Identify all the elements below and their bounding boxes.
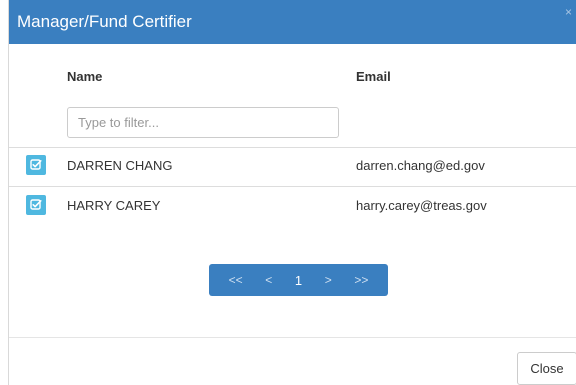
filter-input[interactable]	[67, 107, 339, 138]
select-row-button[interactable]	[26, 195, 46, 215]
column-header-name[interactable]: Name	[67, 69, 102, 85]
pager-last-button[interactable]: >>	[351, 273, 371, 287]
cell-name: HARRY CAREY	[67, 198, 161, 213]
cell-name: DARREN CHANG	[67, 158, 173, 173]
dialog-title: Manager/Fund Certifier	[17, 12, 192, 31]
certifier-dialog: Manager/Fund Certifier × Name Email DARR…	[8, 0, 576, 385]
column-header-email[interactable]: Email	[356, 69, 391, 85]
pager-first-button[interactable]: <<	[226, 273, 246, 287]
close-button[interactable]: Close	[517, 352, 576, 385]
cell-email: harry.carey@treas.gov	[356, 198, 487, 213]
close-x-icon[interactable]: ×	[565, 6, 572, 18]
pager-current-page[interactable]: 1	[292, 273, 305, 288]
footer-divider	[9, 337, 576, 338]
check-square-icon	[30, 159, 42, 170]
dialog-header: Manager/Fund Certifier ×	[9, 0, 576, 44]
pagination: << < 1 > >>	[209, 264, 388, 296]
select-row-button[interactable]	[26, 155, 46, 175]
check-square-icon	[30, 199, 42, 210]
row-divider	[9, 147, 576, 148]
pager-next-button[interactable]: >	[322, 273, 335, 287]
cell-email: darren.chang@ed.gov	[356, 158, 485, 173]
pager-prev-button[interactable]: <	[262, 273, 275, 287]
row-divider	[9, 186, 576, 187]
